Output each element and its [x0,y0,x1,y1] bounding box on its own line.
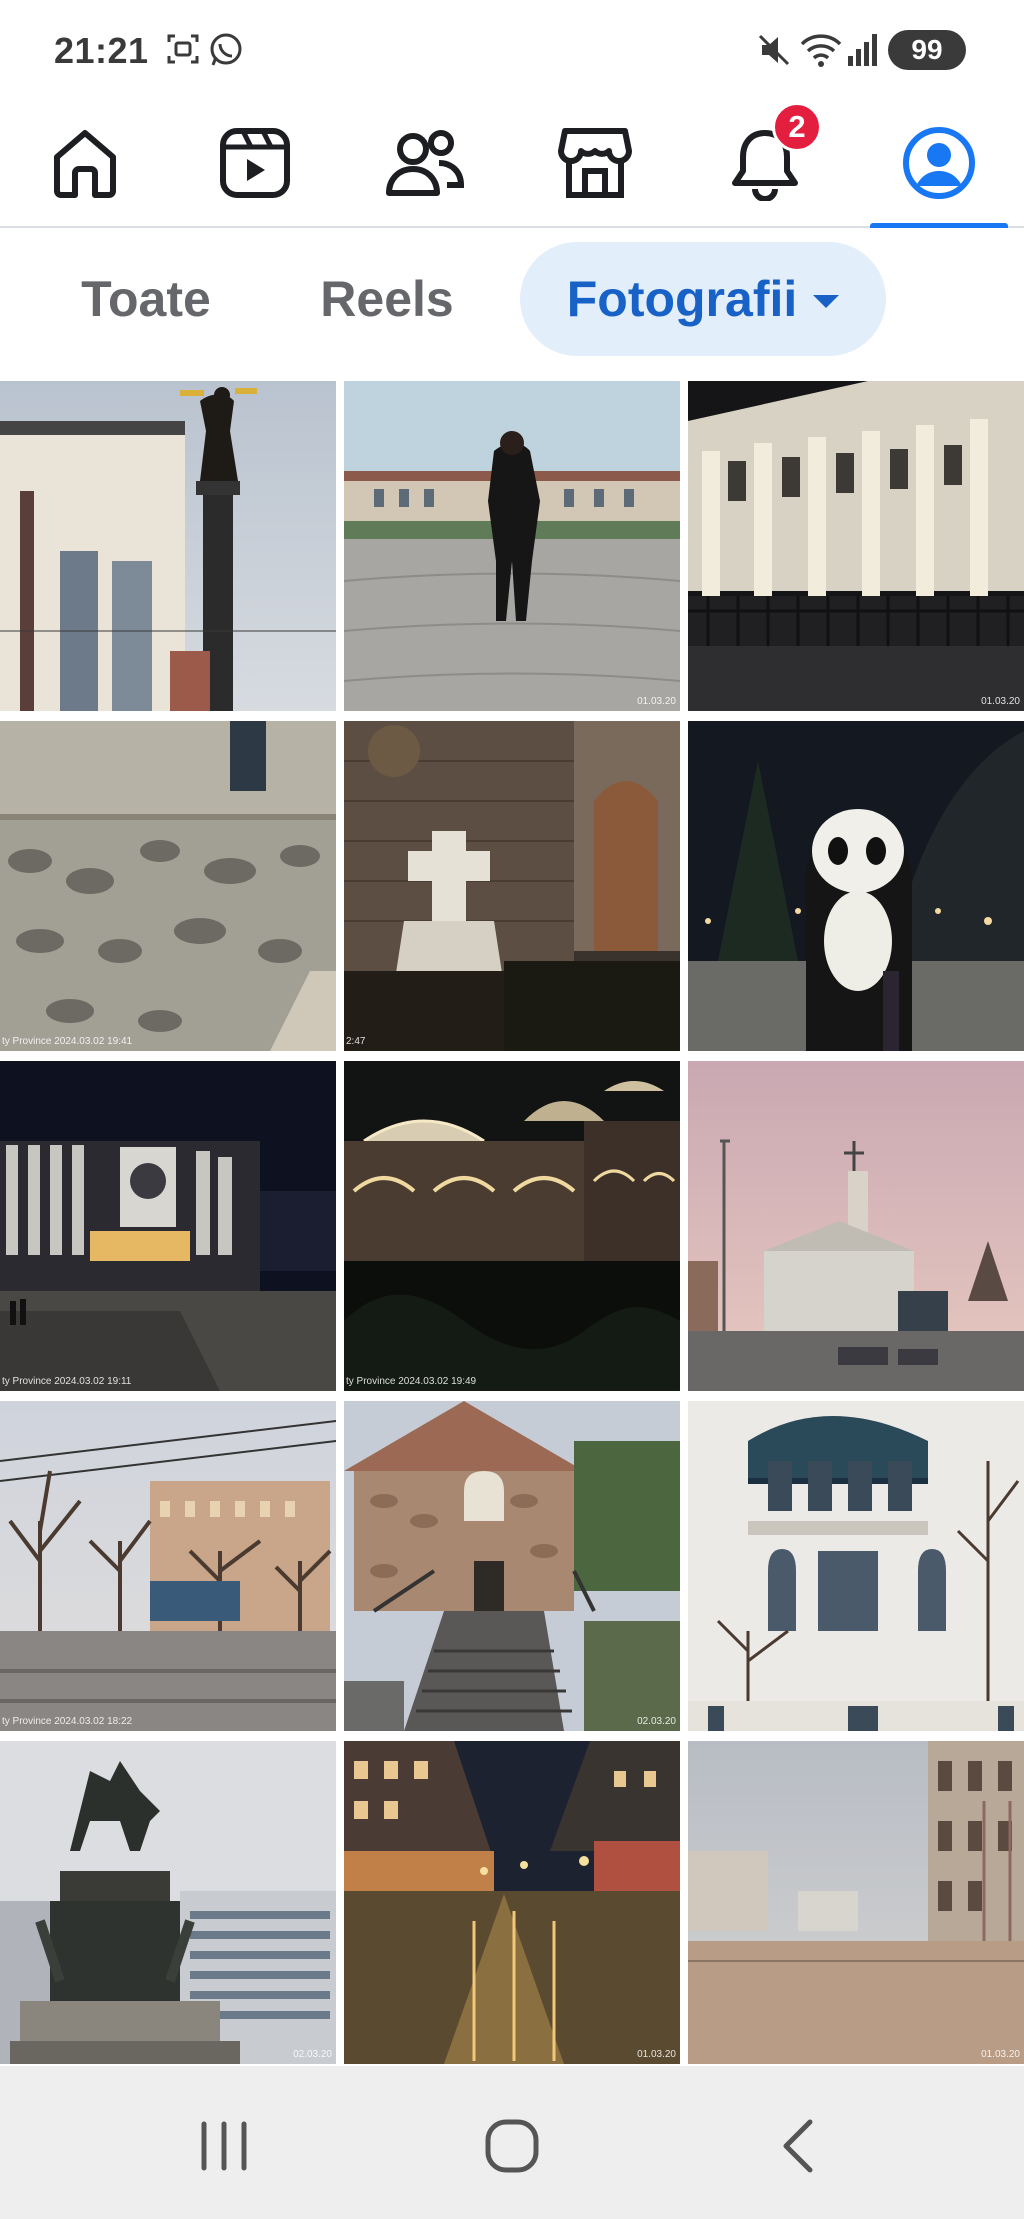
photo-thumbnail[interactable] [688,1061,1024,1391]
system-navigation-bar [0,2066,1024,2219]
photo-timestamp: 02.03.20 [293,2049,332,2060]
nav-profile[interactable] [854,100,1024,228]
photo-thumbnail[interactable] [688,1401,1024,1731]
photo-thumbnail[interactable] [0,381,336,711]
photo-thumbnail[interactable]: 02.03.20 [344,1401,680,1731]
friends-icon [386,130,465,196]
back-icon [783,2119,813,2173]
wifi-icon [800,32,842,73]
photo-timestamp: 01.03.20 [637,696,676,707]
home-button[interactable] [452,2096,572,2196]
photo-thumbnail[interactable] [688,721,1024,1051]
mute-icon [758,32,792,73]
photo-thumbnail[interactable]: ty Province 2024.03.02 19:49 [344,1061,680,1391]
tab-photos[interactable]: Fotografii [520,242,886,356]
photo-timestamp: 02.03.20 [637,1716,676,1727]
photo-thumbnail[interactable]: 01.03.20 [688,1741,1024,2064]
photo-thumbnail[interactable]: 2:47 [344,721,680,1051]
photo-timestamp: ty Province 2024.03.02 19:11 [2,1376,132,1387]
nav-home[interactable] [0,100,170,226]
clock: 21:21 [54,30,149,71]
photo-timestamp: ty Province 2024.03.02 19:41 [2,1036,133,1047]
photo-timestamp: 01.03.20 [981,696,1020,707]
recents-icon [201,2121,247,2171]
photo-thumbnail[interactable]: ty Province 2024.03.02 19:11 [0,1061,336,1391]
nav-reels[interactable] [170,100,340,226]
nav-notifications[interactable]: 2 [680,100,850,226]
photo-thumbnail[interactable]: 01.03.20 [688,381,1024,711]
photo-thumbnail[interactable]: 02.03.20 [0,1741,336,2064]
screenshot-icon [166,32,200,71]
battery-level: 99 [911,34,943,65]
photo-timestamp: ty Province 2024.03.02 19:49 [346,1376,477,1387]
home-icon [54,130,116,198]
photo-timestamp: ty Province 2024.03.02 18:22 [2,1716,133,1727]
caret-down-icon [813,294,840,308]
tab-all-label: Toate [81,271,211,327]
photo-thumbnail[interactable]: ty Province 2024.03.02 18:22 [0,1401,336,1731]
profile-icon [903,127,975,199]
photo-timestamp: 2:47 [346,1036,366,1047]
whatsapp-icon [208,32,244,73]
nav-marketplace[interactable] [510,100,680,226]
photo-thumbnail[interactable]: ty Province 2024.03.02 19:41 [0,721,336,1051]
photo-thumbnail[interactable]: 01.03.20 [344,1741,680,2064]
nav-friends[interactable] [340,100,510,226]
tab-reels-label: Reels [320,271,454,327]
top-navigation: 2 [0,100,1024,228]
video-icon [220,128,290,198]
recents-button[interactable] [164,2096,284,2196]
home-button-icon [485,2119,539,2173]
photo-thumbnail[interactable]: 01.03.20 [344,381,680,711]
tab-reels[interactable]: Reels [292,242,482,356]
photo-timestamp: 01.03.20 [981,2049,1020,2060]
notification-badge: 2 [772,102,822,152]
back-button[interactable] [738,2096,858,2196]
tab-all[interactable]: Toate [52,242,240,356]
tab-photos-label: Fotografii [566,271,798,327]
photo-filter-tabs: Toate Reels Fotografii [0,228,1024,368]
marketplace-icon [558,128,632,198]
photo-grid: 01.03.20 01.03.20 ty Province 2024.03.02… [0,381,1024,2064]
status-bar: 21:21 99 [0,0,1024,100]
photo-timestamp: 01.03.20 [637,2049,676,2060]
signal-icon [846,32,882,73]
battery-icon: 99 [888,30,966,70]
